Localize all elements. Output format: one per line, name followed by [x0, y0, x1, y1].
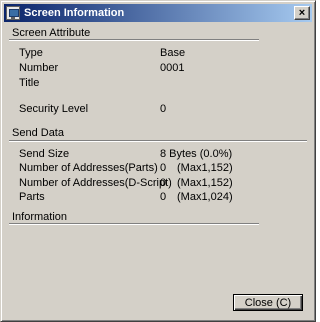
addresses-parts-value: 0 [160, 162, 167, 174]
send-size-value: 8 Bytes (0.0%) [160, 148, 233, 160]
security-level-label: Security Level [19, 103, 89, 115]
parts-label: Parts [19, 191, 45, 203]
title-label: Title [19, 77, 40, 89]
addresses-dscript-label: Number of Addresses(D-Script) [19, 177, 172, 189]
addresses-dscript-value: 0 [160, 177, 167, 189]
addresses-parts-label: Number of Addresses(Parts) [19, 162, 158, 174]
close-window-button[interactable]: × [294, 6, 310, 20]
send-data-divider [9, 140, 307, 142]
monitor-icon [6, 6, 20, 20]
information-header: Information [12, 211, 68, 223]
information-divider [9, 223, 259, 225]
number-label: Number [19, 62, 59, 74]
number-value: 0001 [160, 62, 185, 74]
screen-attribute-header: Screen Attribute [12, 27, 91, 39]
send-data-header: Send Data [12, 127, 64, 139]
type-label: Type [19, 47, 43, 59]
send-size-label: Send Size [19, 148, 70, 160]
addresses-dscript-max: (Max1,152) [177, 177, 233, 189]
window-title: Screen Information [24, 7, 125, 19]
type-value: Base [160, 47, 186, 59]
screen-attribute-divider [9, 39, 259, 41]
close-button[interactable]: Close (C) [233, 294, 303, 311]
title-bar[interactable]: Screen Information × [4, 4, 312, 22]
parts-value: 0 [160, 191, 167, 203]
parts-max: (Max1,024) [177, 191, 233, 203]
security-level-value: 0 [160, 103, 167, 115]
screen-information-dialog: Screen Information × Screen Attribute Ty… [0, 0, 316, 322]
addresses-parts-max: (Max1,152) [177, 162, 233, 174]
